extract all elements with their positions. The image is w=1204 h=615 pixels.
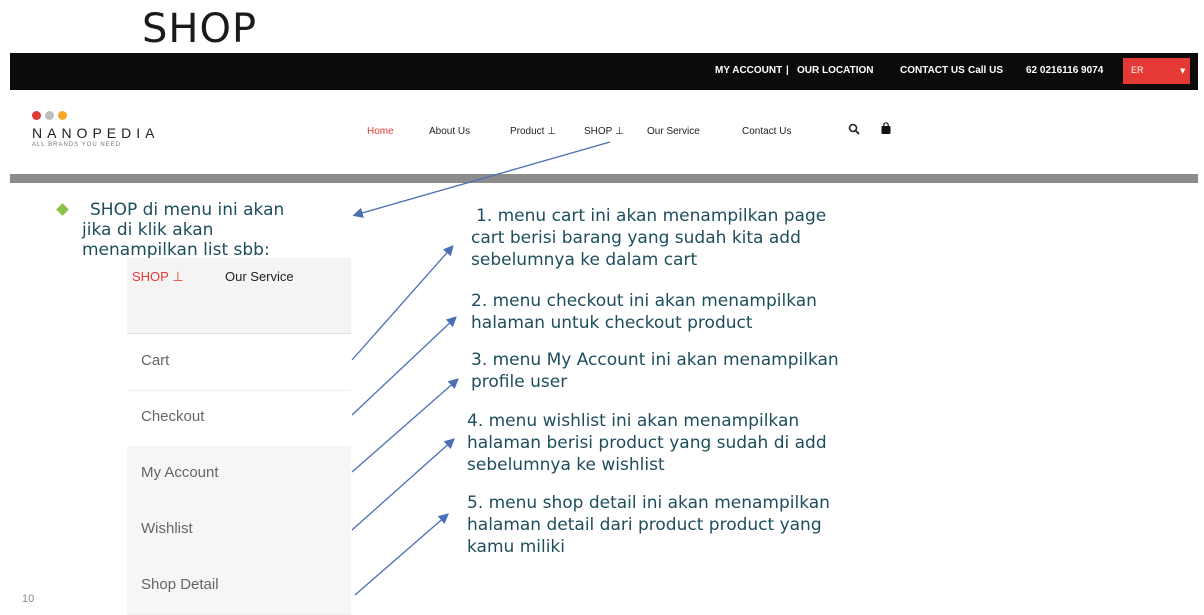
arrow-cart <box>351 245 454 361</box>
arrow-checkout <box>351 316 457 416</box>
arrow-shop-detail <box>354 513 449 596</box>
page-number: 10 <box>22 593 35 605</box>
arrow-to-shop-menu <box>352 141 611 218</box>
annotation-arrows <box>351 141 611 596</box>
arrow-my-account <box>351 378 459 473</box>
arrow-wishlist <box>351 438 455 531</box>
